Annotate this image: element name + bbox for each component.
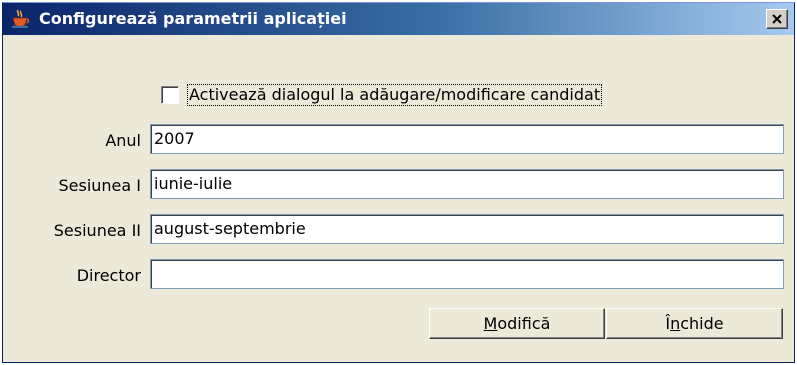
anul-input[interactable]: 2007 [150,124,784,154]
java-coffee-cup-icon [12,9,30,28]
dialog-enable-checkbox[interactable] [161,86,179,104]
modify-mnemonic: M [483,314,498,333]
sesiunea1-label: Sesiunea I [58,176,141,195]
window-title: Configurează parametrii aplicației [39,9,347,28]
director-input[interactable] [150,259,784,289]
config-dialog-window: Configurează parametrii aplicației Activ… [2,2,795,363]
dialog-option-row: Activează dialogul la adăugare/modificar… [161,83,603,107]
sesiunea2-input[interactable]: august-septembrie [150,214,784,244]
close-mnemonic: n [670,314,681,333]
sesiunea2-label: Sesiunea II [53,221,141,240]
director-label: Director [76,266,141,285]
close-icon [772,14,782,24]
modify-label-rest: odifică [497,314,551,333]
close-window-button[interactable] [766,9,788,29]
sesiunea1-input[interactable]: iunie-iulie [150,169,784,199]
anul-label: Anul [105,131,141,150]
dialog-enable-label[interactable]: Activează dialogul la adăugare/modificar… [187,84,603,106]
close-button[interactable]: În chide [606,308,783,339]
close-label-rest: chide [680,314,724,333]
modify-button[interactable]: Modifică [429,308,605,339]
title-bar[interactable]: Configurează parametrii aplicației [3,3,794,35]
